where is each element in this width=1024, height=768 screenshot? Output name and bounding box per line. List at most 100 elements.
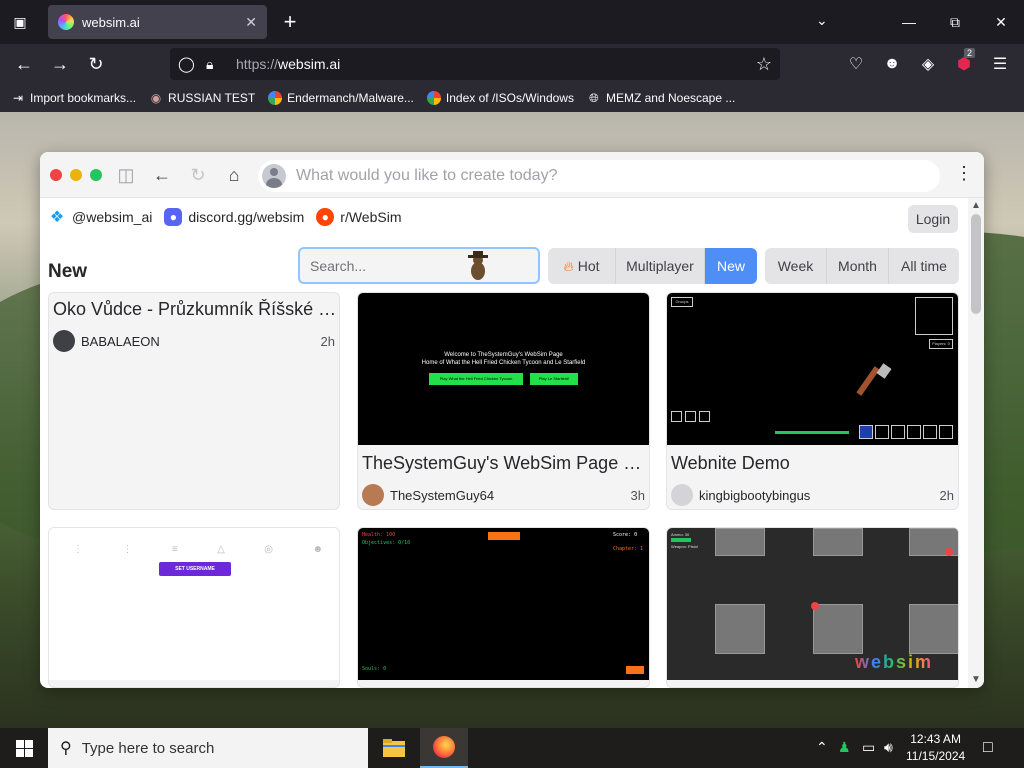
thumb-nav-icons: ⋮ ⋮ ≡ △ ◎ ☻ [73, 544, 323, 555]
card-author[interactable]: kingbigbootybingus [671, 484, 810, 506]
bookmark-star-icon[interactable]: ☆ [756, 54, 772, 75]
lock-icon[interactable]: 🔒︎ [206, 56, 222, 73]
project-card[interactable]: Health: 100 Objectives: 0/10 Score: 0 Ch… [357, 527, 650, 688]
thumb-health-bar [671, 538, 691, 542]
thumb-set-username-button: SET USERNAME [159, 562, 231, 576]
back-button[interactable]: ← [12, 52, 36, 76]
close-dot[interactable] [50, 169, 62, 181]
start-button[interactable] [0, 728, 48, 768]
card-title: Webnite Demo [671, 453, 790, 473]
url-text[interactable]: https://websim.ai [236, 56, 756, 72]
websim-watermark: websim [855, 652, 933, 673]
thumb-subtitle: Home of What the Hell Fried Chicken Tyco… [421, 360, 586, 366]
folder-icon [383, 739, 405, 757]
restore-button[interactable]: ⧉ [932, 0, 978, 44]
close-window-button[interactable]: ✕ [978, 0, 1024, 44]
author-name: TheSystemGuy64 [390, 487, 495, 503]
scroll-down-icon[interactable]: ▼ [968, 674, 984, 685]
thumb-chapter: Chapter: 1 [613, 546, 644, 552]
project-card[interactable]: Welcome to TheSystemGuy's WebSim Page Ho… [357, 292, 650, 510]
sort-tabs: 🔥︎ Hot Multiplayer New [548, 248, 757, 284]
sidebar-toggle-icon[interactable]: ◫ [114, 163, 138, 187]
project-card[interactable]: Ammo: 30 Weapon: Pistol websim [666, 527, 959, 688]
squirrel-mascot-icon [468, 251, 488, 280]
bookmark-russian-test[interactable]: ◉ RUSSIAN TEST [148, 90, 255, 106]
card-author[interactable]: TheSystemGuy64 [362, 484, 494, 506]
discord-link[interactable]: ● discord.gg/websim [164, 208, 304, 226]
twitter-link[interactable]: ❖ @websim_ai [48, 208, 153, 226]
reddit-link[interactable]: ● r/WebSim [316, 208, 402, 226]
hamburger-menu-icon[interactable]: ☰ [988, 52, 1012, 76]
notifications-icon[interactable]: □ [983, 739, 993, 757]
thumb-wall [909, 604, 958, 654]
tab-list-chevron-icon[interactable]: ⌄ [816, 12, 828, 29]
network-icon[interactable]: ▭ [862, 739, 875, 756]
bookmark-isos[interactable]: Index of /ISOs/Windows [426, 90, 574, 106]
file-explorer-button[interactable] [370, 728, 418, 768]
url-protocol: https:// [236, 56, 279, 72]
new-tab-button[interactable]: + [278, 10, 302, 34]
account-icon[interactable]: ☻ [880, 52, 904, 76]
tab-hot-label: Hot [577, 258, 600, 274]
github-icon: ◉ [150, 91, 162, 105]
card-age: 2h [939, 488, 954, 503]
websim-scrollbar[interactable]: ▲ ▼ [968, 198, 984, 688]
windows-logo-icon [15, 739, 33, 757]
card-thumbnail: Welcome to TheSystemGuy's WebSim Page Ho… [358, 293, 649, 445]
tab-overview-icon[interactable]: ▣ [8, 10, 32, 34]
bookmark-endermanch[interactable]: Endermanch/Malware... [267, 90, 414, 106]
bookmark-memz[interactable]: 🌐︎ MEMZ and Noescape ... [586, 90, 735, 106]
scroll-up-icon[interactable]: ▲ [968, 200, 984, 211]
minimize-dot[interactable] [70, 169, 82, 181]
card-author[interactable]: BABALAEON [53, 330, 160, 352]
project-card[interactable]: ⋮ ⋮ ≡ △ ◎ ☻ SET USERNAME [48, 527, 340, 688]
tab-hot[interactable]: 🔥︎ Hot [548, 248, 616, 284]
taskbar-clock[interactable]: 12:43 AM 11/15/2024 [906, 731, 965, 765]
clock-date: 11/15/2024 [906, 749, 966, 763]
project-card[interactable]: Oko Vůdce - Průzkumník Říšské D... BABAL… [48, 292, 340, 510]
thumb-wall [715, 528, 765, 556]
tracking-shield-icon[interactable]: ◯ [178, 55, 196, 73]
author-name: kingbigbootybingus [699, 487, 811, 503]
author-name: BABALAEON [81, 333, 160, 349]
forward-button[interactable]: → [48, 52, 72, 76]
more-options-icon[interactable]: ⋮ [954, 163, 974, 187]
taskbar-search[interactable]: ⚲ Type here to search [48, 728, 368, 768]
firefox-taskbar-button[interactable] [420, 728, 468, 768]
websim-favicon-icon [58, 14, 74, 30]
project-card[interactable]: Groups Players: 0 Webnite Demo kingbigbo… [666, 292, 959, 510]
search-input[interactable] [310, 257, 450, 274]
back-arrow-icon[interactable]: ← [150, 163, 174, 187]
thumb-enemy [945, 548, 953, 556]
volume-icon[interactable]: 🔊︎ [884, 739, 893, 756]
home-icon[interactable]: ⌂ [222, 163, 246, 187]
refresh-icon[interactable]: ↻ [186, 163, 210, 187]
scrollbar-thumb[interactable] [971, 214, 981, 314]
pocket-icon[interactable]: ♡ [844, 52, 868, 76]
user-avatar-icon[interactable] [262, 164, 286, 188]
reload-button[interactable]: ↻ [84, 52, 108, 76]
tab-all-time[interactable]: All time [889, 248, 959, 284]
extensions-icon[interactable]: ◈ [916, 52, 940, 76]
browser-tab-websim[interactable]: websim.ai ✕ [48, 5, 267, 39]
tab-new[interactable]: New [705, 248, 757, 284]
close-tab-icon[interactable]: ✕ [245, 14, 257, 31]
tab-month[interactable]: Month [827, 248, 889, 284]
bookmark-import[interactable]: ⇥ Import bookmarks... [10, 90, 136, 106]
tab-multiplayer[interactable]: Multiplayer [616, 248, 705, 284]
tab-week[interactable]: Week [765, 248, 827, 284]
search-box[interactable] [298, 247, 540, 284]
thumb-health: Health: 100 [362, 532, 396, 538]
url-bar[interactable]: ◯ 🔒︎ https://websim.ai ☆ [170, 48, 780, 80]
thumb-weapon: Weapon: Pistol [671, 544, 698, 549]
user-tray-icon[interactable]: ♟ [838, 739, 851, 756]
url-host: websim.ai [278, 56, 341, 72]
minimize-button[interactable]: — [886, 0, 932, 44]
login-button[interactable]: Login [908, 205, 958, 233]
maximize-dot[interactable] [90, 169, 102, 181]
create-prompt-input[interactable] [296, 167, 940, 185]
ublock-extension-icon[interactable]: ⬢ 2 [952, 48, 976, 76]
tray-chevron-icon[interactable]: ⌃ [816, 739, 828, 756]
thumb-button: Play What the Hell Fried Chicken Tycoon [429, 373, 523, 385]
create-prompt-bar[interactable] [258, 160, 940, 192]
